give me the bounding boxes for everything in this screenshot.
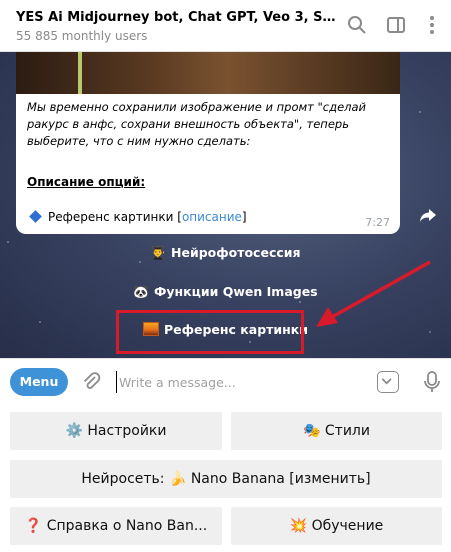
option-label: Референс картинки	[48, 210, 174, 224]
message-photo[interactable]	[16, 52, 400, 94]
bot-keyboard-icon[interactable]	[377, 371, 399, 393]
service-label: Нейрофотосессия	[171, 245, 301, 260]
network-button[interactable]: Нейросеть: 🍌 Nano Banana [изменить]	[10, 460, 442, 498]
search-icon[interactable]	[346, 14, 368, 36]
compose-bar: Menu	[0, 358, 451, 404]
training-button[interactable]: 💥 Обучение	[231, 507, 442, 545]
option-bracket-close: ]	[241, 210, 247, 224]
student-icon: 👨‍🎓	[150, 245, 166, 260]
message-text: Мы временно сохранили изображение и пром…	[27, 100, 367, 148]
blue-diamond-icon	[29, 210, 42, 223]
panda-icon: 🐼	[133, 284, 149, 299]
chat-area: Мы временно сохранили изображение и пром…	[0, 52, 451, 358]
message-input[interactable]	[116, 371, 366, 393]
message-heading: Описание опций:	[27, 175, 146, 189]
help-button[interactable]: ❓ Справка о Nano Ban...	[10, 507, 222, 545]
microphone-icon[interactable]	[421, 370, 443, 394]
menu-button[interactable]: Menu	[10, 368, 68, 396]
masks-icon: 🎭	[303, 423, 321, 439]
message-bubble: Мы временно сохранили изображение и пром…	[16, 52, 400, 234]
description-link[interactable]: описание	[182, 210, 242, 224]
sidebar-toggle-icon[interactable]	[385, 14, 407, 36]
chat-header: YES Ai Midjourney bot, Chat GPT, Veo 3, …	[0, 0, 451, 52]
more-icon[interactable]	[421, 14, 443, 36]
chat-title[interactable]: YES Ai Midjourney bot, Chat GPT, Veo 3, …	[16, 10, 336, 25]
chat-subtitle: 55 885 monthly users	[16, 29, 148, 43]
question-icon: ❓	[24, 518, 43, 534]
bot-keyboard: ⚙️ Настройки 🎭 Стили Нейросеть: 🍌 Nano B…	[0, 404, 451, 552]
paperclip-icon[interactable]	[80, 371, 102, 393]
service-label: Функции Qwen Images	[153, 284, 318, 299]
option-line: Референс картинки [описание]	[28, 210, 247, 224]
message-time: 7:27	[365, 216, 390, 229]
annotation-arrow	[316, 260, 431, 327]
collision-icon: 💥	[289, 518, 308, 534]
highlight-box	[116, 310, 304, 354]
forward-icon[interactable]	[418, 205, 438, 225]
gear-icon: ⚙️	[65, 423, 83, 439]
settings-button[interactable]: ⚙️ Настройки	[10, 412, 222, 450]
styles-button[interactable]: 🎭 Стили	[231, 412, 442, 450]
